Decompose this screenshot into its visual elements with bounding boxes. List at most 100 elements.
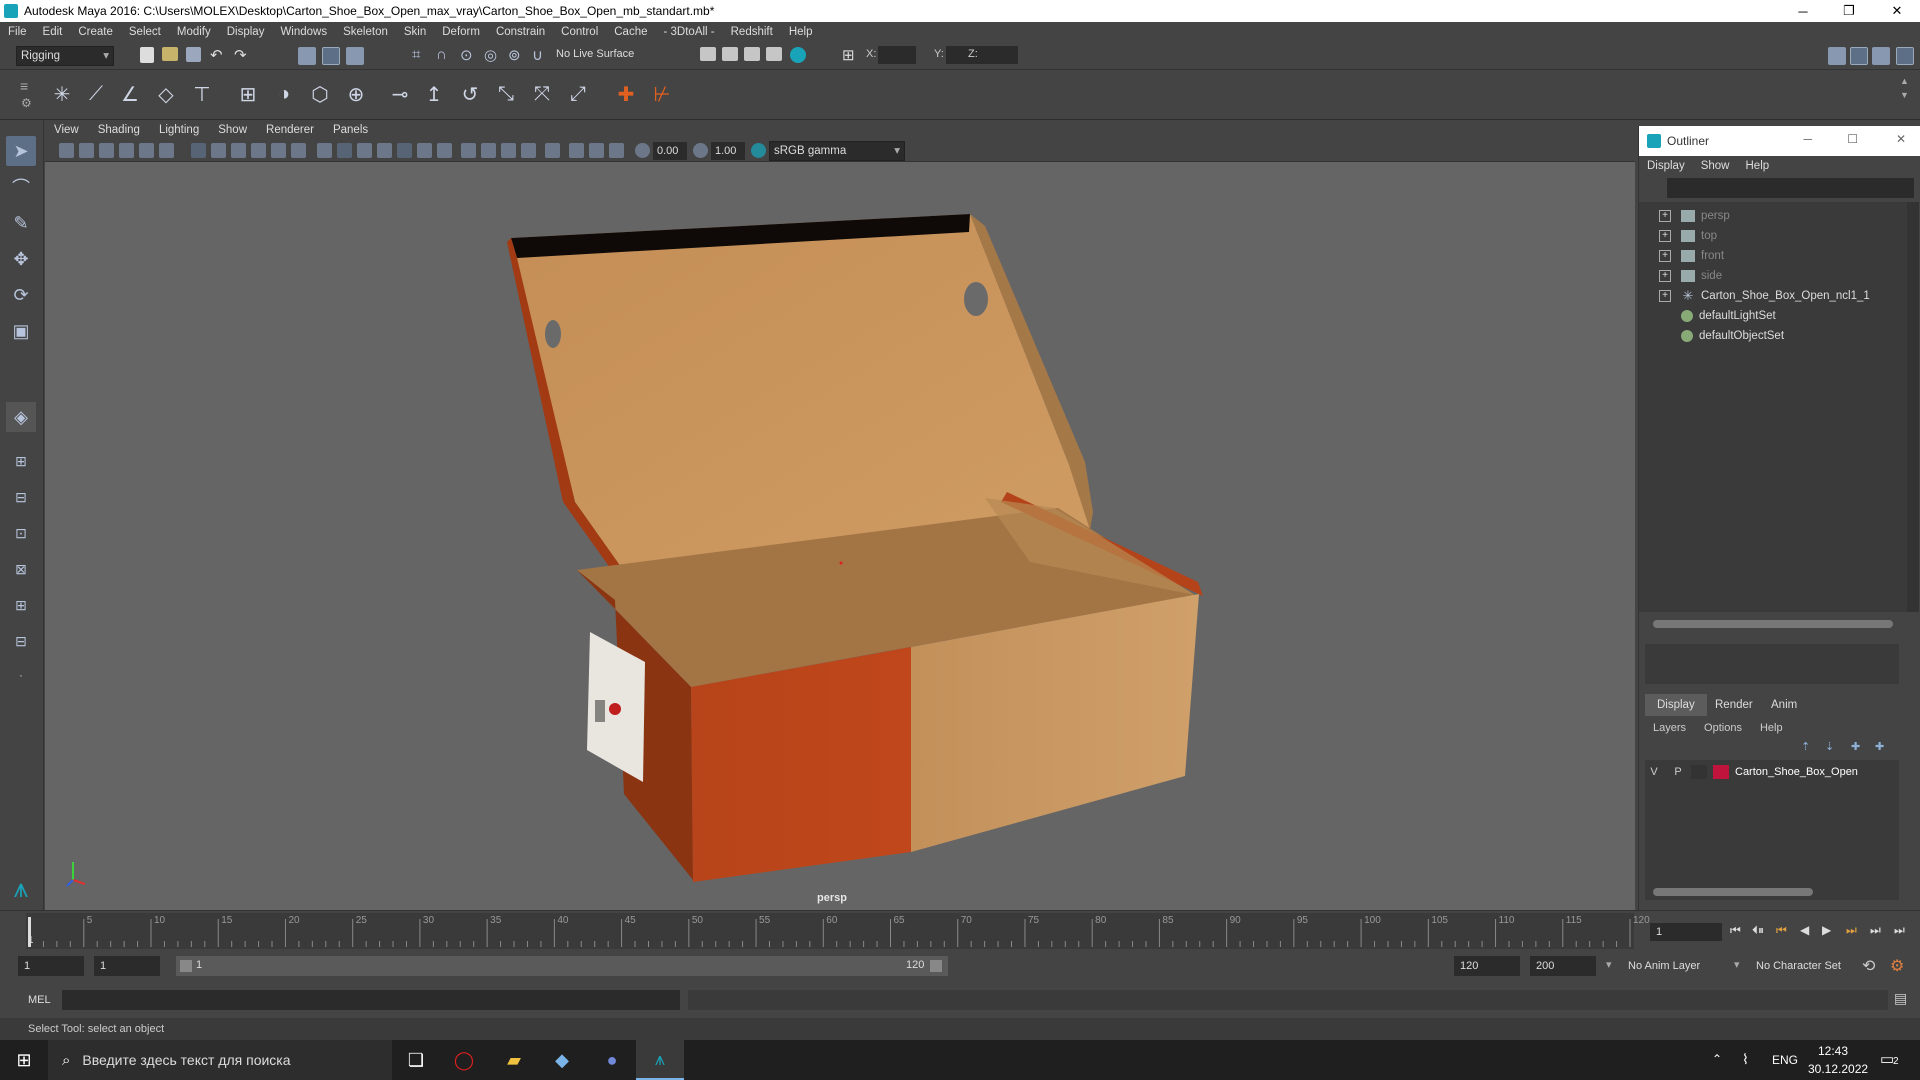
bind-skin-icon[interactable]: ⊞: [234, 80, 262, 108]
move-layer-up-icon[interactable]: ⇡: [1801, 740, 1810, 753]
mirror-joint-icon[interactable]: ◇: [152, 80, 180, 108]
outliner-item-default-object-set[interactable]: defaultObjectSet: [1681, 326, 1784, 346]
clock-date[interactable]: 30.12.2022: [1808, 1062, 1868, 1076]
playback-end-field[interactable]: 120: [1454, 956, 1520, 976]
discord-icon[interactable]: ●: [588, 1040, 636, 1080]
film-gate-icon[interactable]: [211, 143, 226, 158]
scale-tool-icon[interactable]: ▣: [6, 316, 36, 346]
color-management-icon[interactable]: [751, 143, 766, 158]
menu-control[interactable]: Control: [553, 26, 606, 38]
current-frame-field[interactable]: 1: [1650, 923, 1722, 941]
menu-edit[interactable]: Edit: [35, 26, 71, 38]
layout-outliner-icon[interactable]: ⊞: [6, 590, 36, 620]
network-icon[interactable]: ⌇: [1742, 1051, 1749, 1068]
snap-curve-icon[interactable]: ∩: [436, 46, 447, 63]
menu-skin[interactable]: Skin: [396, 26, 434, 38]
ik-handle-icon[interactable]: ⟋: [82, 80, 110, 108]
range-end-handle[interactable]: [930, 960, 942, 972]
outliner-vertical-scrollbar[interactable]: [1907, 202, 1919, 612]
render-view-icon[interactable]: [700, 47, 716, 61]
maximize-icon[interactable]: ☐: [1847, 132, 1858, 146]
render-current-icon[interactable]: [722, 47, 738, 61]
gate-mask-icon[interactable]: [251, 143, 266, 158]
command-input[interactable]: [62, 990, 680, 1010]
select-by-object-icon[interactable]: [322, 47, 340, 65]
layer-horizontal-scrollbar[interactable]: [1653, 888, 1813, 896]
outliner-menu-show[interactable]: Show: [1693, 160, 1738, 172]
anti-aliasing-icon[interactable]: [501, 143, 516, 158]
panel-menu-shading[interactable]: Shading: [89, 124, 150, 136]
outliner-tree[interactable]: + persp + top + front + side + ✳ Carton_…: [1639, 202, 1907, 612]
outliner-item-side[interactable]: + side: [1659, 266, 1722, 286]
step-back-icon[interactable]: ⏴⏸: [1752, 923, 1764, 938]
field-chart-icon[interactable]: [271, 143, 286, 158]
notepad-icon[interactable]: ◆: [538, 1040, 586, 1080]
locator-icon[interactable]: ✚: [612, 80, 640, 108]
last-tool-icon[interactable]: ◈: [6, 402, 36, 432]
point-constraint-icon[interactable]: ↥: [420, 80, 448, 108]
menu-create[interactable]: Create: [70, 26, 121, 38]
snap-view-icon[interactable]: ◎: [484, 46, 497, 64]
wireframe-on-shaded-icon[interactable]: [377, 143, 392, 158]
range-slider-bar[interactable]: 1 120: [176, 956, 948, 976]
snap-grid-icon[interactable]: ⌗: [412, 46, 420, 63]
select-by-component-icon[interactable]: [346, 47, 364, 65]
panel-menu-view[interactable]: View: [45, 124, 89, 136]
depth-of-field-icon[interactable]: [521, 143, 536, 158]
xray-joints-icon[interactable]: [589, 143, 604, 158]
expand-icon[interactable]: +: [1659, 290, 1671, 302]
close-icon[interactable]: ✕: [1896, 132, 1906, 146]
redo-icon[interactable]: ↷: [234, 46, 247, 64]
use-all-lights-icon[interactable]: [417, 143, 432, 158]
auto-key-icon[interactable]: ⟲: [1862, 956, 1875, 976]
panel-menu-renderer[interactable]: Renderer: [257, 124, 324, 136]
orient-joint-icon[interactable]: ⊤: [188, 80, 216, 108]
scale-constraint-icon[interactable]: ⤧: [528, 80, 556, 108]
bookmark-icon[interactable]: [99, 143, 114, 158]
move-layer-down-icon[interactable]: ⇣: [1825, 740, 1834, 753]
panel-menu-panels[interactable]: Panels: [324, 124, 378, 136]
command-language-label[interactable]: MEL: [28, 994, 51, 1006]
windows-start-icon[interactable]: ⊞: [0, 1040, 48, 1080]
select-by-hierarchy-icon[interactable]: [298, 47, 316, 65]
layout-single-icon[interactable]: ⊞: [6, 446, 36, 476]
save-scene-icon[interactable]: [186, 47, 201, 62]
joint-tool-icon[interactable]: ✳: [48, 80, 76, 108]
anim-layer-dropdown[interactable]: No Anim Layer: [1628, 960, 1700, 972]
textured-icon[interactable]: [397, 143, 412, 158]
menu-constrain[interactable]: Constrain: [488, 26, 553, 38]
modeling-toolkit-icon[interactable]: [1828, 47, 1846, 65]
tray-chevron-up-icon[interactable]: ⌃: [1712, 1052, 1722, 1066]
play-forwards-icon[interactable]: ▶: [1822, 923, 1831, 937]
rotate-tool-icon[interactable]: ⟳: [6, 280, 36, 310]
parent-constraint-icon[interactable]: ⊸: [386, 80, 414, 108]
shelf-scroll-up-icon[interactable]: ▲: [1900, 76, 1909, 86]
outliner-item-persp[interactable]: + persp: [1659, 206, 1730, 226]
layer-menu-help[interactable]: Help: [1751, 722, 1792, 734]
new-layer-icon[interactable]: ✚: [1851, 740, 1860, 753]
script-editor-icon[interactable]: ▤: [1894, 990, 1907, 1007]
new-scene-icon[interactable]: [140, 47, 154, 63]
xray-components-icon[interactable]: [609, 143, 624, 158]
isolate-select-icon[interactable]: [545, 143, 560, 158]
cluster-icon[interactable]: ⊕: [342, 80, 370, 108]
lasso-tool-icon[interactable]: ⌒: [6, 172, 36, 202]
outliner-menu-help[interactable]: Help: [1738, 160, 1778, 172]
ik-spline-icon[interactable]: ∠: [116, 80, 144, 108]
playhead[interactable]: [28, 917, 31, 947]
layer-visibility-toggle[interactable]: V: [1645, 766, 1663, 778]
time-slider-track[interactable]: 5 10 15 20 25 30 35 40 45 50 55 60 65 70 75 80 85 90 95 100…: [26, 913, 1650, 949]
layout-persp-graph-icon[interactable]: ⊠: [6, 554, 36, 584]
animation-preferences-icon[interactable]: ⚙: [1890, 956, 1904, 976]
motion-blur-icon[interactable]: [481, 143, 496, 158]
viewport-canvas[interactable]: [45, 162, 1635, 910]
menuset-dropdown[interactable]: Rigging ▾: [16, 46, 114, 66]
file-explorer-icon[interactable]: ▰: [490, 1040, 538, 1080]
menu-3dtoall[interactable]: - 3DtoAll -: [656, 26, 723, 38]
menu-select[interactable]: Select: [121, 26, 169, 38]
layer-tab-display[interactable]: Display: [1645, 694, 1707, 716]
viewport-persp[interactable]: persp: [45, 162, 1635, 910]
outliner-search-input[interactable]: [1667, 178, 1914, 198]
orient-constraint-icon[interactable]: ⤡: [492, 80, 520, 108]
hypershade-icon[interactable]: [790, 47, 806, 63]
